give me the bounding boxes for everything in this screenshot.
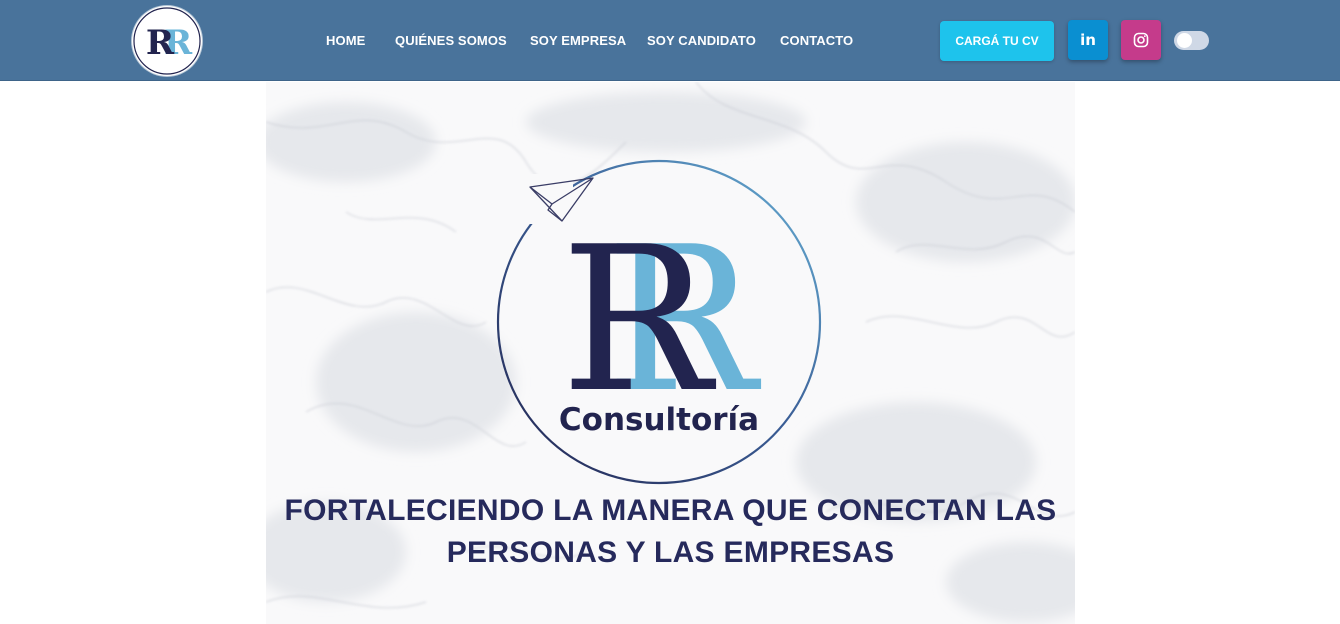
linkedin-button[interactable]: in [1068,20,1108,60]
toggle-knob [1177,33,1192,48]
linkedin-icon: in [1080,31,1096,49]
hero-tagline-line-2: PERSONAS Y LAS EMPRESAS [446,536,895,569]
brand-logo-mark: R R [133,7,201,75]
brand-logo-r-dark: R [146,23,175,63]
nav-link-quienes-somos[interactable]: QUIÉNES SOMOS [395,33,507,48]
nav-link-contacto[interactable]: CONTACTO [780,33,853,48]
brand-logo[interactable]: R R [132,6,202,76]
hero-tagline: FORTALECIENDO LA MANERA QUE CONECTAN LAS… [266,490,1075,574]
top-navbar: R R HOME QUIÉNES SOMOS SOY EMPRESA SOY C… [0,0,1340,81]
hero-tagline-line-1: FORTALECIENDO LA MANERA QUE CONECTAN LAS [284,494,1057,527]
nav-link-soy-empresa[interactable]: SOY EMPRESA [530,33,626,48]
nav-link-soy-candidato[interactable]: SOY CANDIDATO [647,33,756,48]
instagram-button[interactable] [1121,20,1161,60]
theme-toggle-switch[interactable] [1174,31,1209,50]
instagram-icon [1133,32,1149,48]
logo-consultoria-text: Consultoría [559,402,759,438]
hero-banner: R R Consultoría FORTALECIENDO LA MANERA … [266,82,1075,624]
nav-link-home[interactable]: HOME [326,33,365,48]
upload-cv-button[interactable]: CARGÁ TU CV [940,21,1054,61]
